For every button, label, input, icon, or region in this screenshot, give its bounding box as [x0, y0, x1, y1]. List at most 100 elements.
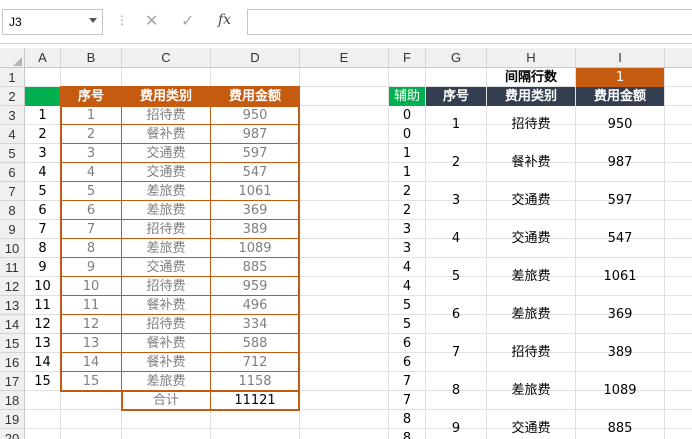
right-seq-cell[interactable]: 3: [426, 182, 486, 219]
left-category-cell[interactable]: 差旅费: [122, 182, 210, 201]
helper-value-cell[interactable]: 0: [389, 125, 425, 144]
cell-a-value[interactable]: 9: [25, 258, 60, 277]
left-category-cell[interactable]: 招待费: [122, 277, 210, 296]
right-seq-cell[interactable]: 9: [426, 410, 486, 439]
helper-value-cell[interactable]: 2: [389, 201, 425, 220]
column-header-d[interactable]: D: [211, 48, 300, 68]
left-category-cell[interactable]: 招待费: [122, 315, 210, 334]
left-amount-cell[interactable]: 712: [211, 353, 299, 372]
helper-value-cell[interactable]: 3: [389, 239, 425, 258]
helper-value-cell[interactable]: 6: [389, 353, 425, 372]
row-header-7[interactable]: 7: [0, 182, 25, 201]
right-amount-cell[interactable]: 389: [576, 334, 664, 371]
column-header-i[interactable]: I: [576, 48, 665, 68]
right-amount-cell[interactable]: 369: [576, 296, 664, 333]
left-category-cell[interactable]: 餐补费: [122, 353, 210, 372]
row-header-10[interactable]: 10: [0, 239, 25, 258]
right-amount-cell[interactable]: 1061: [576, 258, 664, 295]
row-header-15[interactable]: 15: [0, 334, 25, 353]
left-seq-cell[interactable]: 9: [61, 258, 121, 277]
right-seq-cell[interactable]: 4: [426, 220, 486, 257]
name-box[interactable]: J3: [2, 9, 103, 35]
left-seq-cell[interactable]: 7: [61, 220, 121, 239]
cancel-icon[interactable]: ✕: [145, 11, 158, 30]
helper-value-cell[interactable]: 2: [389, 182, 425, 201]
left-amount-cell[interactable]: 389: [211, 220, 299, 239]
left-amount-cell[interactable]: 369: [211, 201, 299, 220]
left-seq-cell[interactable]: 8: [61, 239, 121, 258]
helper-value-cell[interactable]: 1: [389, 163, 425, 182]
cell-a-value[interactable]: 3: [25, 144, 60, 163]
left-category-cell[interactable]: 差旅费: [122, 201, 210, 220]
helper-value-cell[interactable]: 7: [389, 372, 425, 391]
left-category-cell[interactable]: 餐补费: [122, 334, 210, 353]
cell-a-value[interactable]: 12: [25, 315, 60, 334]
left-amount-cell[interactable]: 885: [211, 258, 299, 277]
left-header-cell[interactable]: 费用类别: [122, 87, 210, 106]
right-header-cell[interactable]: 费用类别: [487, 87, 575, 106]
right-category-cell[interactable]: 差旅费: [487, 296, 575, 333]
cell-a-value[interactable]: 13: [25, 334, 60, 353]
helper-value-cell[interactable]: 1: [389, 144, 425, 163]
column-header-c[interactable]: C: [122, 48, 211, 68]
helper-value-cell[interactable]: 6: [389, 334, 425, 353]
helper-value-cell[interactable]: 7: [389, 391, 425, 410]
cell-a-value[interactable]: 4: [25, 163, 60, 182]
row-header-5[interactable]: 5: [0, 144, 25, 163]
right-seq-cell[interactable]: 6: [426, 296, 486, 333]
left-amount-cell[interactable]: 950: [211, 106, 299, 125]
left-amount-cell[interactable]: 1089: [211, 239, 299, 258]
left-amount-cell[interactable]: 597: [211, 144, 299, 163]
cell-a-value[interactable]: 14: [25, 353, 60, 372]
helper-header-cell[interactable]: 辅助: [389, 87, 425, 106]
helper-value-cell[interactable]: 5: [389, 315, 425, 334]
left-category-cell[interactable]: 招待费: [122, 220, 210, 239]
right-seq-cell[interactable]: 7: [426, 334, 486, 371]
left-amount-cell[interactable]: 987: [211, 125, 299, 144]
row-header-12[interactable]: 12: [0, 277, 25, 296]
left-seq-cell[interactable]: 12: [61, 315, 121, 334]
cell-a-value[interactable]: 5: [25, 182, 60, 201]
chevron-down-icon[interactable]: [89, 18, 97, 23]
right-category-cell[interactable]: 招待费: [487, 106, 575, 143]
left-seq-cell[interactable]: 2: [61, 125, 121, 144]
left-amount-cell[interactable]: 334: [211, 315, 299, 334]
left-category-cell[interactable]: 交通费: [122, 258, 210, 277]
column-header-e[interactable]: E: [300, 48, 389, 68]
right-category-cell[interactable]: 交通费: [487, 182, 575, 219]
left-category-cell[interactable]: 交通费: [122, 144, 210, 163]
right-header-cell[interactable]: 费用金额: [576, 87, 664, 106]
left-amount-cell[interactable]: 1061: [211, 182, 299, 201]
total-value-cell[interactable]: 11121: [211, 391, 299, 410]
cell-a-value[interactable]: 6: [25, 201, 60, 220]
cell-a2[interactable]: [25, 87, 60, 106]
right-category-cell[interactable]: 差旅费: [487, 372, 575, 409]
confirm-icon[interactable]: ✓: [181, 11, 194, 30]
column-header-h[interactable]: H: [487, 48, 576, 68]
left-category-cell[interactable]: 餐补费: [122, 296, 210, 315]
left-header-cell[interactable]: 序号: [61, 87, 121, 106]
row-header-13[interactable]: 13: [0, 296, 25, 315]
helper-value-cell[interactable]: 0: [389, 106, 425, 125]
left-category-cell[interactable]: 餐补费: [122, 125, 210, 144]
row-header-9[interactable]: 9: [0, 220, 25, 239]
cell-a-value[interactable]: 15: [25, 372, 60, 391]
helper-value-cell[interactable]: 5: [389, 296, 425, 315]
row-header-6[interactable]: 6: [0, 163, 25, 182]
row-header-11[interactable]: 11: [0, 258, 25, 277]
right-amount-cell[interactable]: 547: [576, 220, 664, 257]
left-header-cell[interactable]: 费用金额: [211, 87, 299, 106]
left-seq-cell[interactable]: 10: [61, 277, 121, 296]
insert-function-icon[interactable]: fx: [218, 12, 231, 28]
right-category-cell[interactable]: 交通费: [487, 410, 575, 439]
left-category-cell[interactable]: 差旅费: [122, 372, 210, 391]
right-amount-cell[interactable]: 885: [576, 410, 664, 439]
helper-value-cell[interactable]: 4: [389, 277, 425, 296]
helper-value-cell[interactable]: 3: [389, 220, 425, 239]
cell-a-value[interactable]: 11: [25, 296, 60, 315]
select-all-icon[interactable]: [13, 57, 22, 66]
helper-value-cell[interactable]: 8: [389, 429, 425, 439]
column-header-g[interactable]: G: [426, 48, 487, 68]
right-header-cell[interactable]: 序号: [426, 87, 486, 106]
left-seq-cell[interactable]: 11: [61, 296, 121, 315]
